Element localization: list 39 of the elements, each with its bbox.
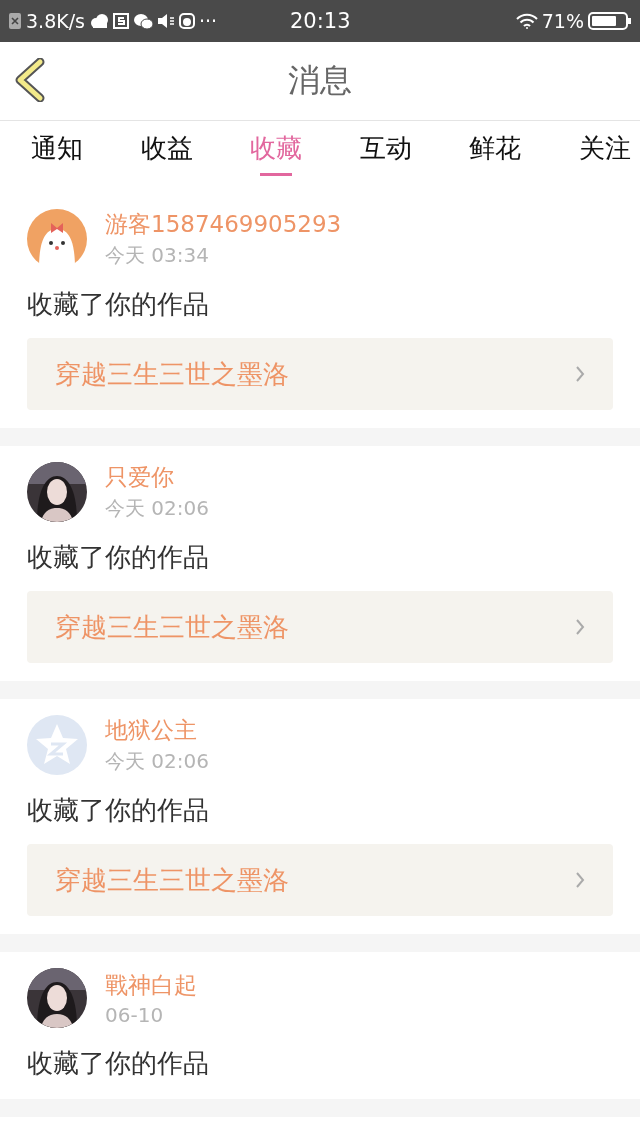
tab[interactable]: 收益 <box>133 121 200 179</box>
user-name[interactable]: 地狱公主 <box>105 715 209 746</box>
message-text: 收藏了你的作品 <box>27 1047 210 1080</box>
user-name[interactable]: 戰神白起 <box>105 969 197 1001</box>
avatar-icon <box>27 209 87 269</box>
page-title: 消息 <box>288 60 352 101</box>
more-notifications: ··· <box>199 10 218 32</box>
timestamp: 今天 03:34 <box>105 242 210 269</box>
wifi-icon <box>515 13 538 29</box>
tab[interactable]: 关注 <box>571 121 638 179</box>
message-text: 收藏了你的作品 <box>27 288 210 321</box>
tab[interactable]: 鲜花 <box>462 121 529 179</box>
battery-percent: 71% <box>541 10 584 32</box>
message-text: 收藏了你的作品 <box>27 541 210 574</box>
timestamp: 今天 02:06 <box>105 495 209 522</box>
network-speed: 3.8K/s <box>26 10 85 32</box>
user-name[interactable]: 只爱你 <box>105 462 209 493</box>
book-link[interactable]: 穿越三生三世之墨洛 <box>27 591 613 663</box>
chevron-right-icon <box>575 871 585 889</box>
chat-bubbles-icon <box>133 13 153 29</box>
chevron-left-icon <box>14 58 46 102</box>
square-s-icon <box>113 13 129 29</box>
book-link[interactable]: 穿越三生三世之墨洛 <box>27 338 613 410</box>
timestamp: 今天 02:06 <box>105 748 209 775</box>
chevron-right-icon <box>575 618 585 636</box>
book-link[interactable]: 穿越三生三世之墨洛 <box>27 844 613 916</box>
user-name[interactable]: 游客1587469905293 <box>105 209 342 240</box>
cloud-icon <box>89 13 109 29</box>
tab[interactable]: 互动 <box>352 121 419 179</box>
sim-card-icon <box>8 12 22 30</box>
mute-speaker-icon <box>157 13 175 29</box>
avatar-icon <box>27 715 87 775</box>
message-text: 收藏了你的作品 <box>27 794 210 827</box>
clock: 20:13 <box>290 9 351 33</box>
tab[interactable]: 通知 <box>24 121 90 179</box>
chevron-right-icon <box>575 365 585 383</box>
back-button[interactable] <box>14 58 46 102</box>
timestamp: 06-10 <box>105 1002 165 1027</box>
battery-icon <box>588 12 632 30</box>
